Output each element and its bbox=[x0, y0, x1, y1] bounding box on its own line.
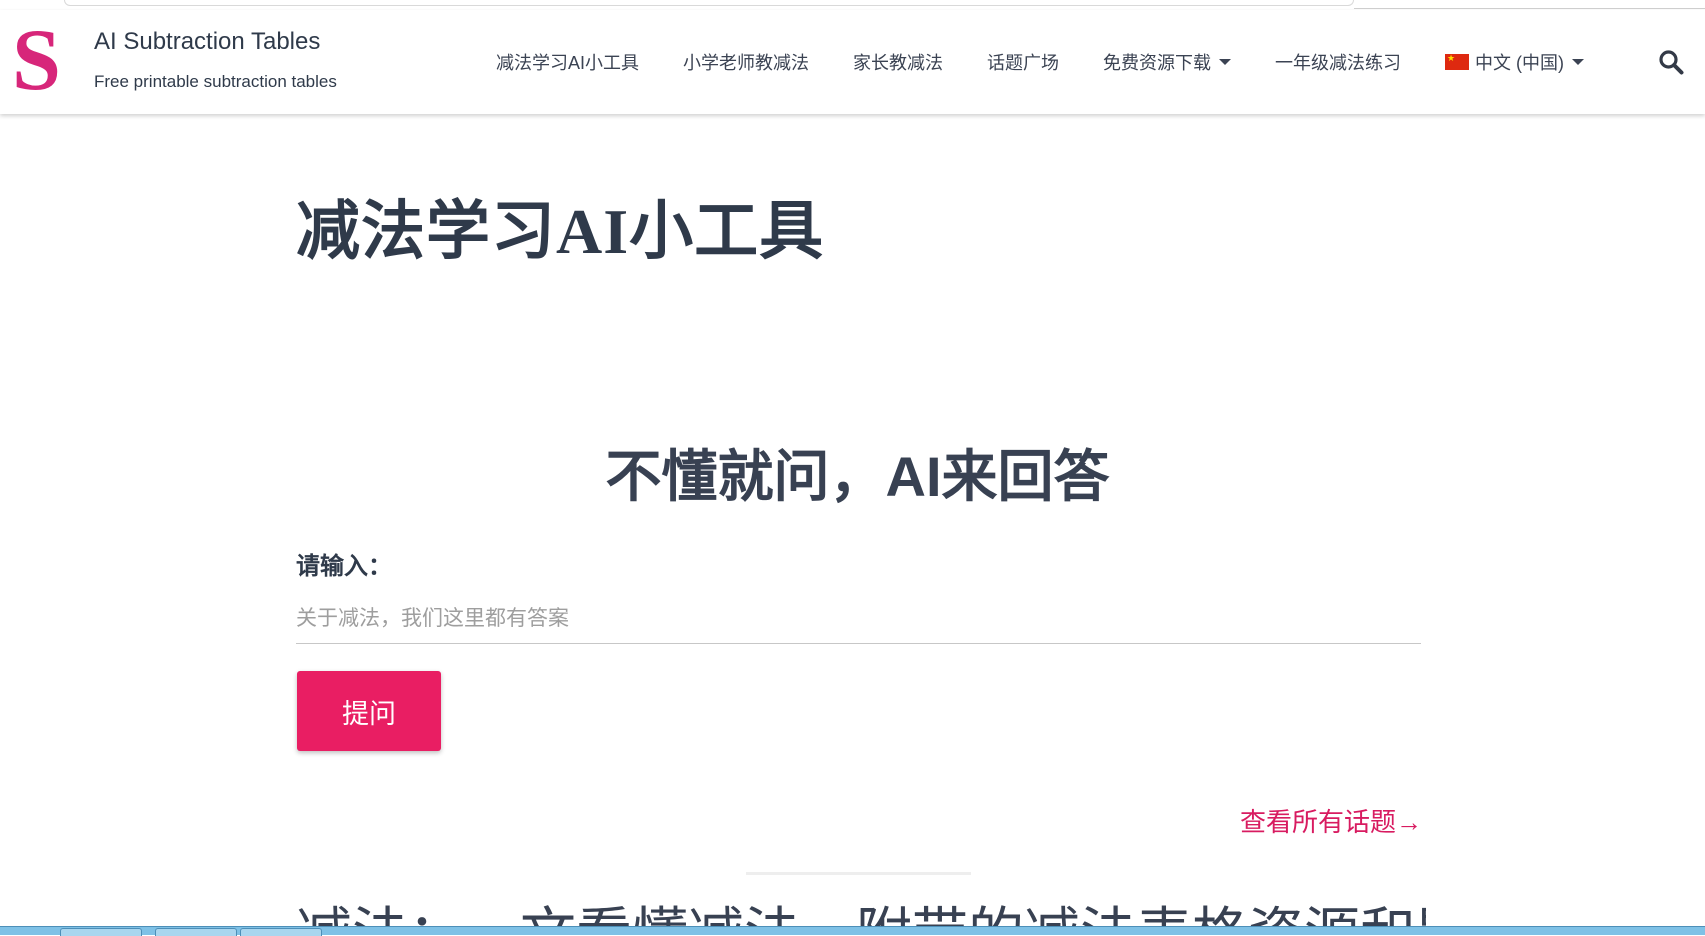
chevron-down-icon bbox=[1219, 59, 1232, 65]
section-divider bbox=[746, 872, 971, 875]
browser-top-line bbox=[1354, 8, 1705, 9]
main-content: 减法学习AI小工具 不懂就问，AI来回答 请输入： 提问 查看所有话题→ 减法：… bbox=[0, 114, 1705, 935]
input-label: 请输入： bbox=[296, 553, 392, 580]
nav-item-label: 一年级减法练习 bbox=[1275, 53, 1402, 73]
nav-item-label: 话题广场 bbox=[987, 53, 1060, 73]
chevron-down-icon bbox=[1572, 59, 1585, 65]
all-topics-link[interactable]: 查看所有话题→ bbox=[1240, 802, 1422, 839]
page-title: 减法学习AI小工具 bbox=[296, 196, 825, 267]
nav-item-ai-tools[interactable]: 减法学习AI小工具 bbox=[496, 49, 639, 75]
nav-item-label: 小学老师教减法 bbox=[683, 53, 810, 73]
language-selector[interactable]: 中文 (中国) bbox=[1445, 49, 1585, 75]
nav-item-downloads[interactable]: 免费资源下载 bbox=[1103, 49, 1232, 75]
nav-item-label: 家长教减法 bbox=[853, 53, 944, 73]
nav-item-label: 免费资源下载 bbox=[1103, 53, 1212, 73]
language-label: 中文 (中国) bbox=[1475, 53, 1565, 73]
qa-heading: 不懂就问，AI来回答 bbox=[605, 445, 1110, 508]
ask-button[interactable]: 提问 bbox=[297, 671, 441, 751]
china-flag-icon bbox=[1445, 52, 1470, 70]
site-header: S AI Subtraction Tables Free printable s… bbox=[0, 10, 1705, 114]
nav-item-label: 减法学习AI小工具 bbox=[496, 53, 640, 73]
browser-top-strip bbox=[0, 0, 1705, 10]
nav-item-teachers[interactable]: 小学老师教减法 bbox=[683, 49, 809, 75]
search-icon[interactable] bbox=[1658, 49, 1684, 75]
browser-tab-edge bbox=[64, 0, 1354, 6]
os-taskbar bbox=[0, 926, 1705, 936]
site-tagline: Free printable subtraction tables bbox=[94, 72, 337, 91]
site-logo[interactable]: S bbox=[12, 17, 72, 105]
site-title[interactable]: AI Subtraction Tables bbox=[94, 28, 320, 56]
main-nav: 减法学习AI小工具 小学老师教减法 家长教减法 话题广场 免费资源下载 一年级减… bbox=[496, 10, 1628, 114]
nav-item-grade1-practice[interactable]: 一年级减法练习 bbox=[1275, 49, 1401, 75]
nav-item-topics[interactable]: 话题广场 bbox=[987, 49, 1059, 75]
nav-item-parents[interactable]: 家长教减法 bbox=[853, 49, 943, 75]
question-input[interactable] bbox=[296, 594, 1421, 644]
